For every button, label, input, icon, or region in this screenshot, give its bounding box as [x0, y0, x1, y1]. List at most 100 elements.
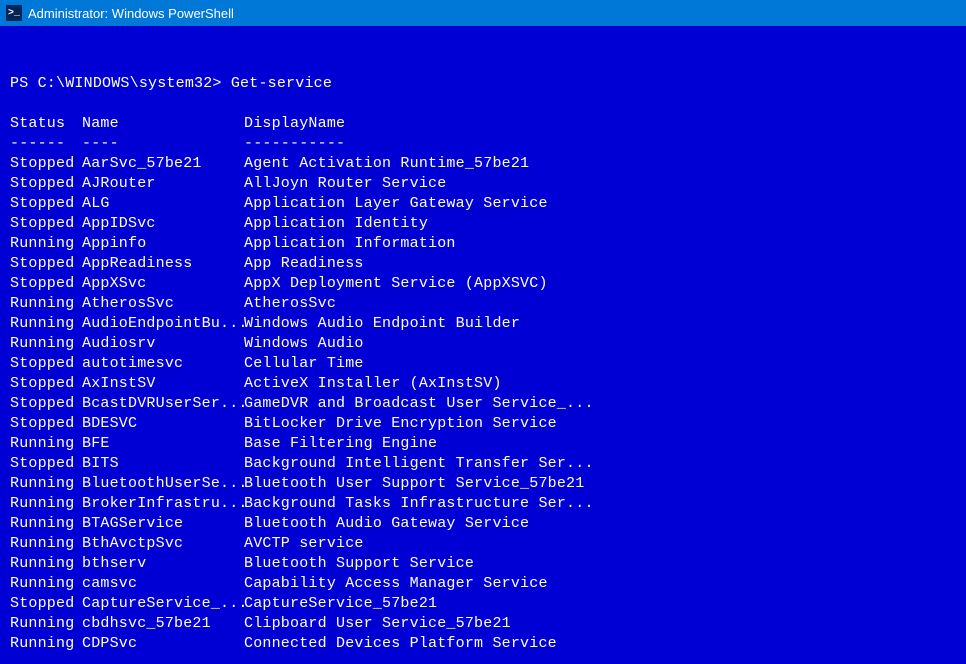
service-status: Running — [10, 474, 82, 494]
service-name: AxInstSV — [82, 374, 244, 394]
service-displayname: Background Intelligent Transfer Ser... — [244, 454, 594, 474]
service-name: Appinfo — [82, 234, 244, 254]
service-status: Running — [10, 494, 82, 514]
service-status: Stopped — [10, 454, 82, 474]
table-row: StoppedCaptureService_...CaptureService_… — [10, 594, 956, 614]
table-row: RunningAppinfoApplication Information — [10, 234, 956, 254]
service-displayname: AVCTP service — [244, 534, 364, 554]
service-status: Running — [10, 554, 82, 574]
service-status: Running — [10, 534, 82, 554]
table-row: RunningAudioEndpointBu...Windows Audio E… — [10, 314, 956, 334]
terminal-output[interactable]: PS C:\WINDOWS\system32> Get-service Stat… — [0, 26, 966, 664]
service-name: autotimesvc — [82, 354, 244, 374]
service-displayname: AtherosSvc — [244, 294, 336, 314]
service-status: Stopped — [10, 214, 82, 234]
service-status: Running — [10, 334, 82, 354]
service-displayname: App Readiness — [244, 254, 364, 274]
table-row: StoppedBITSBackground Intelligent Transf… — [10, 454, 956, 474]
table-row: RunningBFEBase Filtering Engine — [10, 434, 956, 454]
service-status: Running — [10, 314, 82, 334]
table-row: StoppedAppReadinessApp Readiness — [10, 254, 956, 274]
service-name: AudioEndpointBu... — [82, 314, 244, 334]
service-status: Running — [10, 514, 82, 534]
services-list: StoppedAarSvc_57be21Agent Activation Run… — [10, 154, 956, 654]
table-row: StoppedAxInstSVActiveX Installer (AxInst… — [10, 374, 956, 394]
service-displayname: Application Information — [244, 234, 456, 254]
table-row: RunningBthAvctpSvcAVCTP service — [10, 534, 956, 554]
table-row: RunningBTAGServiceBluetooth Audio Gatewa… — [10, 514, 956, 534]
powershell-icon: >_ — [6, 5, 22, 21]
prompt-command: Get-service — [231, 75, 332, 92]
service-displayname: Background Tasks Infrastructure Ser... — [244, 494, 594, 514]
service-displayname: Bluetooth Support Service — [244, 554, 474, 574]
service-status: Running — [10, 434, 82, 454]
service-displayname: BitLocker Drive Encryption Service — [244, 414, 557, 434]
service-displayname: Bluetooth Audio Gateway Service — [244, 514, 529, 534]
service-status: Stopped — [10, 594, 82, 614]
table-divider-row: --------------------- — [10, 134, 956, 154]
service-name: AarSvc_57be21 — [82, 154, 244, 174]
service-status: Stopped — [10, 274, 82, 294]
service-displayname: GameDVR and Broadcast User Service_... — [244, 394, 594, 414]
table-row: StoppedautotimesvcCellular Time — [10, 354, 956, 374]
service-name: AtherosSvc — [82, 294, 244, 314]
service-displayname: ActiveX Installer (AxInstSV) — [244, 374, 502, 394]
table-row: RunningBluetoothUserSe...Bluetooth User … — [10, 474, 956, 494]
table-header-row: StatusNameDisplayName — [10, 114, 956, 134]
service-displayname: CaptureService_57be21 — [244, 594, 437, 614]
service-status: Running — [10, 234, 82, 254]
table-row: RunningbthservBluetooth Support Service — [10, 554, 956, 574]
service-displayname: Cellular Time — [244, 354, 364, 374]
service-displayname: Application Identity — [244, 214, 428, 234]
table-row: RunningBrokerInfrastru...Background Task… — [10, 494, 956, 514]
table-row: RunningAtherosSvcAtherosSvc — [10, 294, 956, 314]
service-displayname: AppX Deployment Service (AppXSVC) — [244, 274, 548, 294]
service-name: AppXSvc — [82, 274, 244, 294]
header-name: Name — [82, 114, 244, 134]
divider-displayname: ----------- — [244, 134, 345, 154]
table-row: StoppedAarSvc_57be21Agent Activation Run… — [10, 154, 956, 174]
window-title: Administrator: Windows PowerShell — [28, 6, 234, 21]
service-name: ALG — [82, 194, 244, 214]
table-row: StoppedALGApplication Layer Gateway Serv… — [10, 194, 956, 214]
service-status: Running — [10, 294, 82, 314]
window-titlebar[interactable]: >_ Administrator: Windows PowerShell — [0, 0, 966, 26]
service-status: Stopped — [10, 394, 82, 414]
service-status: Stopped — [10, 374, 82, 394]
service-displayname: Windows Audio Endpoint Builder — [244, 314, 520, 334]
table-row: StoppedBcastDVRUserSer...GameDVR and Bro… — [10, 394, 956, 414]
service-name: bthserv — [82, 554, 244, 574]
table-row: StoppedAJRouterAllJoyn Router Service — [10, 174, 956, 194]
service-status: Running — [10, 614, 82, 634]
service-name: BFE — [82, 434, 244, 454]
service-name: CDPSvc — [82, 634, 244, 654]
service-displayname: Windows Audio — [244, 334, 364, 354]
service-status: Running — [10, 634, 82, 654]
service-name: camsvc — [82, 574, 244, 594]
service-displayname: Bluetooth User Support Service_57be21 — [244, 474, 584, 494]
table-row: RunningcamsvcCapability Access Manager S… — [10, 574, 956, 594]
service-status: Stopped — [10, 254, 82, 274]
service-status: Stopped — [10, 194, 82, 214]
service-name: Audiosrv — [82, 334, 244, 354]
service-status: Stopped — [10, 174, 82, 194]
service-name: BITS — [82, 454, 244, 474]
table-row: StoppedBDESVCBitLocker Drive Encryption … — [10, 414, 956, 434]
table-row: RunningCDPSvcConnected Devices Platform … — [10, 634, 956, 654]
service-name: AppReadiness — [82, 254, 244, 274]
divider-status: ------ — [10, 134, 82, 154]
service-status: Running — [10, 574, 82, 594]
service-status: Stopped — [10, 354, 82, 374]
prompt-prefix: PS C:\WINDOWS\system32> — [10, 75, 231, 92]
header-displayname: DisplayName — [244, 114, 345, 134]
service-name: cbdhsvc_57be21 — [82, 614, 244, 634]
service-displayname: Agent Activation Runtime_57be21 — [244, 154, 529, 174]
service-displayname: Capability Access Manager Service — [244, 574, 548, 594]
service-name: BrokerInfrastru... — [82, 494, 244, 514]
service-name: BcastDVRUserSer... — [82, 394, 244, 414]
table-row: RunningAudiosrvWindows Audio — [10, 334, 956, 354]
service-name: AJRouter — [82, 174, 244, 194]
service-name: BluetoothUserSe... — [82, 474, 244, 494]
divider-name: ---- — [82, 134, 244, 154]
service-status: Stopped — [10, 154, 82, 174]
